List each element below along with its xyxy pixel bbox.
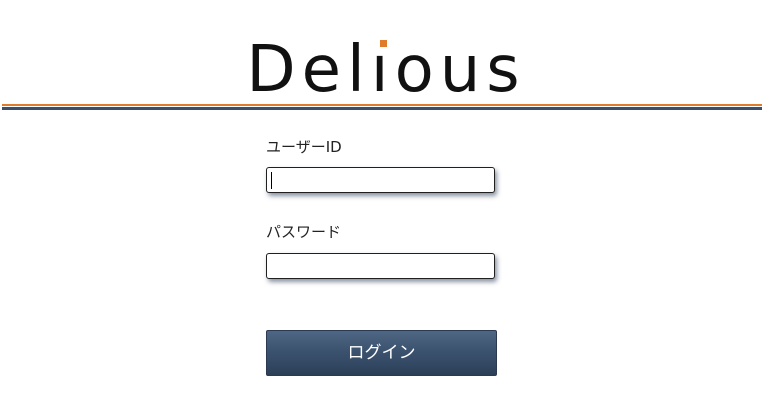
password-label: パスワード xyxy=(266,223,342,241)
user-id-input[interactable] xyxy=(266,167,495,193)
login-page: Delı ous ユーザーID パスワード ログイン xyxy=(0,0,768,410)
delious-logo: Delı ous xyxy=(0,30,768,110)
login-button[interactable]: ログイン xyxy=(266,330,497,376)
logo-orange-dot xyxy=(379,40,387,47)
divider-navy-line xyxy=(2,107,762,110)
text-cursor xyxy=(271,172,272,189)
logo-text-suffix: ous xyxy=(394,33,526,107)
header-divider xyxy=(2,104,762,110)
password-input[interactable] xyxy=(266,253,495,279)
logo-text-prefix: Del xyxy=(246,33,371,107)
logo-letter-i: ı xyxy=(370,33,395,107)
divider-orange-line xyxy=(2,104,762,106)
user-id-label: ユーザーID xyxy=(266,138,342,156)
